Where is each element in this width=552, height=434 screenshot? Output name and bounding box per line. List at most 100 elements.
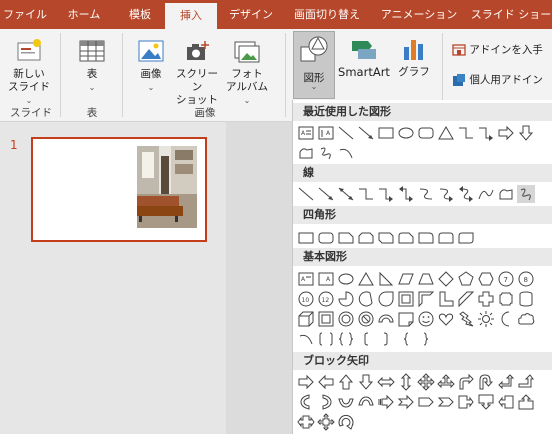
left-bracket-icon[interactable] [357, 330, 375, 348]
curved-right-arrow-icon[interactable] [297, 393, 315, 411]
chord-icon[interactable] [357, 290, 375, 308]
tab-slideshow[interactable]: スライド ショー [470, 0, 552, 29]
smiley-face-icon[interactable] [417, 310, 435, 328]
up-block-arrow-icon[interactable] [337, 373, 355, 391]
lightning-bolt-icon[interactable] [457, 310, 475, 328]
quad-arrow-callout-icon[interactable] [317, 413, 335, 431]
text-box-icon[interactable]: A [297, 270, 315, 288]
image-button[interactable]: 画像 ⌄ [130, 37, 172, 94]
arrow-line-icon[interactable] [357, 124, 375, 142]
trapezoid-icon[interactable] [417, 270, 435, 288]
snip-round-rectangle-icon[interactable] [397, 229, 415, 247]
tab-template[interactable]: 模板 [118, 0, 162, 29]
vertical-text-box-icon[interactable]: A [317, 124, 335, 142]
folded-corner-icon[interactable] [397, 310, 415, 328]
tab-file[interactable]: ファイル [0, 0, 50, 29]
elbow-arrow-connector-icon[interactable] [477, 124, 495, 142]
elbow-double-arrow-connector-icon[interactable] [397, 185, 415, 203]
scribble-icon[interactable] [517, 185, 535, 203]
tab-animations[interactable]: アニメーション [376, 0, 462, 29]
get-addins-button[interactable]: アドインを入手 [452, 43, 552, 57]
arrow-line-icon[interactable] [317, 185, 335, 203]
freeform-shape-icon[interactable] [297, 144, 315, 162]
donut-icon[interactable] [337, 310, 355, 328]
arc-icon[interactable] [337, 144, 355, 162]
elbow-connector-icon[interactable] [457, 124, 475, 142]
sun-icon[interactable] [477, 310, 495, 328]
down-arrow-callout-icon[interactable] [477, 393, 495, 411]
vertical-text-box-icon[interactable]: A [317, 270, 335, 288]
frame-icon[interactable] [397, 290, 415, 308]
new-slide-button[interactable]: 新しい スライド ⌄ [4, 37, 54, 107]
rectangle-icon[interactable] [297, 229, 315, 247]
u-turn-arrow-icon[interactable] [477, 373, 495, 391]
left-right-up-arrow-icon[interactable] [437, 373, 455, 391]
octagon-icon[interactable]: 8 [517, 270, 535, 288]
decagon-icon[interactable]: 10 [297, 290, 315, 308]
pentagon-arrow-icon[interactable] [417, 393, 435, 411]
circular-arrow-icon[interactable] [337, 413, 355, 431]
pie-icon[interactable] [337, 290, 355, 308]
no-symbol-icon[interactable] [357, 310, 375, 328]
right-arrow-callout-icon[interactable] [457, 393, 475, 411]
down-block-arrow-icon[interactable] [517, 124, 535, 142]
arc-icon[interactable] [297, 330, 315, 348]
oval-icon[interactable] [337, 270, 355, 288]
line-icon[interactable] [337, 124, 355, 142]
shapes-button[interactable]: 図形 ⌄ [293, 31, 335, 99]
chevron-arrow-icon[interactable] [437, 393, 455, 411]
right-brace-icon[interactable] [417, 330, 435, 348]
heart-icon[interactable] [437, 310, 455, 328]
bevel-icon[interactable] [317, 310, 335, 328]
smartart-button[interactable]: SmartArt [334, 35, 394, 79]
rounded-rectangle-icon[interactable] [317, 229, 335, 247]
left-up-arrow-icon[interactable] [497, 373, 515, 391]
curved-left-arrow-icon[interactable] [317, 393, 335, 411]
right-block-arrow-icon[interactable] [497, 124, 515, 142]
snip-corner-rectangle-icon[interactable] [337, 229, 355, 247]
curved-up-arrow-icon[interactable] [337, 393, 355, 411]
right-triangle-icon[interactable] [377, 270, 395, 288]
bent-up-arrow-icon[interactable] [517, 373, 535, 391]
teardrop-icon[interactable] [377, 290, 395, 308]
rounded-rectangle-icon[interactable] [417, 124, 435, 142]
up-arrow-callout-icon[interactable] [517, 393, 535, 411]
block-arc-icon[interactable] [377, 310, 395, 328]
cube-icon[interactable] [297, 310, 315, 328]
hexagon-icon[interactable] [477, 270, 495, 288]
tab-transitions[interactable]: 画面切り替え [288, 0, 366, 29]
curved-down-arrow-icon[interactable] [357, 393, 375, 411]
bent-arrow-icon[interactable] [457, 373, 475, 391]
round-corner-rectangle-icon[interactable] [417, 229, 435, 247]
pentagon-icon[interactable] [457, 270, 475, 288]
right-bracket-icon[interactable] [377, 330, 395, 348]
diamond-icon[interactable] [437, 270, 455, 288]
heptagon-icon[interactable]: 7 [497, 270, 515, 288]
notched-right-arrow-icon[interactable] [397, 393, 415, 411]
left-right-arrow-callout-icon[interactable] [297, 413, 315, 431]
round-diagonal-rectangle-icon[interactable] [457, 229, 475, 247]
cloud-icon[interactable] [517, 310, 535, 328]
dodecagon-icon[interactable]: 12 [317, 290, 335, 308]
double-brace-icon[interactable] [337, 330, 355, 348]
rectangle-icon[interactable] [377, 124, 395, 142]
snip-same-side-rectangle-icon[interactable] [357, 229, 375, 247]
up-down-arrow-icon[interactable] [397, 373, 415, 391]
moon-icon[interactable] [497, 310, 515, 328]
left-right-arrow-icon[interactable] [377, 373, 395, 391]
oval-icon[interactable] [397, 124, 415, 142]
my-addins-button[interactable]: 個人用アドイン [452, 73, 552, 87]
left-brace-icon[interactable] [397, 330, 415, 348]
triangle-icon[interactable] [437, 124, 455, 142]
triangle-icon[interactable] [357, 270, 375, 288]
curved-arrow-connector-icon[interactable] [437, 185, 455, 203]
elbow-arrow-connector-icon[interactable] [377, 185, 395, 203]
table-button[interactable]: 表 ⌄ [70, 37, 114, 94]
quad-arrow-icon[interactable] [417, 373, 435, 391]
right-block-arrow-icon[interactable] [297, 373, 315, 391]
elbow-connector-icon[interactable] [357, 185, 375, 203]
snip-diagonal-rectangle-icon[interactable] [377, 229, 395, 247]
tab-home[interactable]: ホーム [58, 0, 110, 29]
double-bracket-icon[interactable] [317, 330, 335, 348]
photo-album-button[interactable]: フォト アルバム ⌄ [222, 37, 272, 107]
